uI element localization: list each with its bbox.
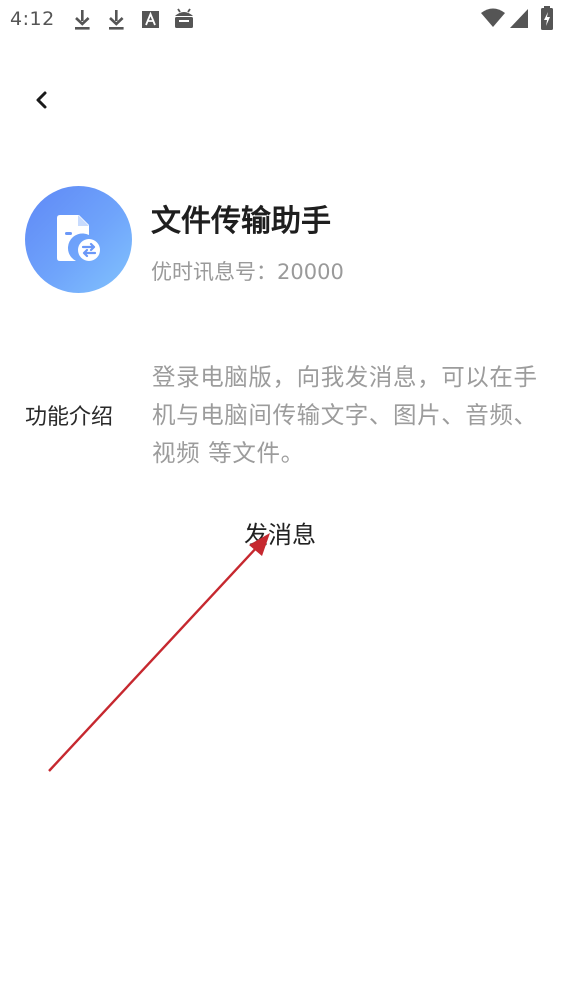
contact-detail-screen: 4:12 文件传输助手 优时讯息号：20000 功能介绍 登录电脑版，向我发消息… [0,0,564,1002]
annotation-arrow [48,533,270,772]
